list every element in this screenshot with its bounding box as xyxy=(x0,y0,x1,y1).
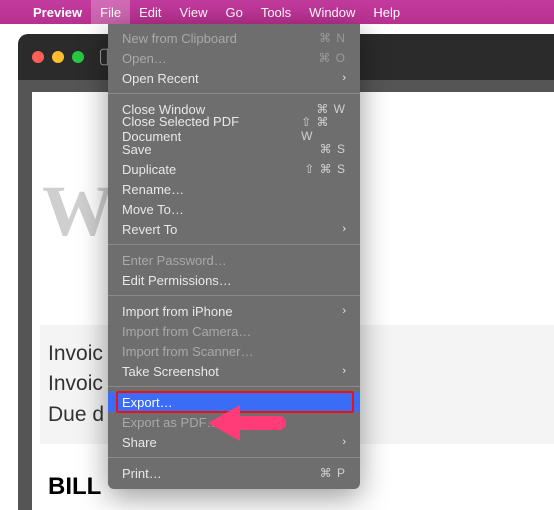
menu-item-label: Save xyxy=(122,142,152,157)
menu-item-import-from-iphone[interactable]: Import from iPhone › xyxy=(108,301,360,321)
menu-item-duplicate[interactable]: Duplicate ⇧ ⌘ S xyxy=(108,159,360,179)
chevron-right-icon: › xyxy=(342,305,346,317)
menu-item-rename[interactable]: Rename… xyxy=(108,179,360,199)
chevron-right-icon: › xyxy=(342,223,346,235)
menu-item-enter-password: Enter Password… xyxy=(108,250,360,270)
menu-item-label: Rename… xyxy=(122,182,184,197)
menu-item-new-from-clipboard: New from Clipboard ⌘ N xyxy=(108,28,360,48)
menubar-item-window[interactable]: Window xyxy=(300,0,364,24)
menu-item-label: Export… xyxy=(122,395,173,410)
menu-item-label: Enter Password… xyxy=(122,253,227,268)
menu-item-open-recent[interactable]: Open Recent › xyxy=(108,68,360,88)
menu-item-label: Open… xyxy=(122,51,167,66)
app-name[interactable]: Preview xyxy=(24,0,91,24)
file-menu-dropdown: New from Clipboard ⌘ N Open… ⌘ O Open Recent… xyxy=(108,24,360,489)
menu-shortcut: ⌘ P xyxy=(320,466,346,480)
menu-item-label: Import from Camera… xyxy=(122,324,251,339)
menu-item-take-screenshot[interactable]: Take Screenshot › xyxy=(108,361,360,381)
menu-item-edit-permissions[interactable]: Edit Permissions… xyxy=(108,270,360,290)
menubar-item-tools[interactable]: Tools xyxy=(252,0,300,24)
menu-shortcut: ⌘ W xyxy=(316,102,346,116)
menu-item-label: Import from Scanner… xyxy=(122,344,254,359)
menu-item-print[interactable]: Print… ⌘ P xyxy=(108,463,360,483)
close-window-button[interactable] xyxy=(32,51,44,63)
menu-item-label: Import from iPhone xyxy=(122,304,233,319)
traffic-lights xyxy=(32,51,84,63)
menu-item-label: Edit Permissions… xyxy=(122,273,232,288)
chevron-right-icon: › xyxy=(342,72,346,84)
bill-heading: BILL xyxy=(48,473,101,501)
menu-item-export[interactable]: Export… xyxy=(108,392,360,412)
menu-separator xyxy=(108,457,360,458)
menubar-item-go[interactable]: Go xyxy=(216,0,251,24)
menu-shortcut: ⌘ N xyxy=(319,31,346,45)
minimize-window-button[interactable] xyxy=(52,51,64,63)
menubar-item-view[interactable]: View xyxy=(171,0,217,24)
menu-separator xyxy=(108,295,360,296)
chevron-right-icon: › xyxy=(342,365,346,377)
menu-item-label: Duplicate xyxy=(122,162,176,177)
menu-item-import-from-scanner: Import from Scanner… xyxy=(108,341,360,361)
menu-item-label: Export as PDF… xyxy=(122,415,220,430)
fullscreen-window-button[interactable] xyxy=(72,51,84,63)
menu-item-save[interactable]: Save ⌘ S xyxy=(108,139,360,159)
menu-shortcut: ⇧ ⌘ S xyxy=(304,162,346,176)
menu-item-share[interactable]: Share › xyxy=(108,432,360,452)
menu-item-export-as-pdf: Export as PDF… xyxy=(108,412,360,432)
menu-separator xyxy=(108,386,360,387)
menu-item-label: Take Screenshot xyxy=(122,364,219,379)
menu-item-import-from-camera: Import from Camera… xyxy=(108,321,360,341)
menu-item-move-to[interactable]: Move To… xyxy=(108,199,360,219)
menubar-item-file[interactable]: File xyxy=(91,0,130,24)
system-menubar: Preview FileEditViewGoToolsWindowHelp xyxy=(0,0,554,24)
menu-shortcut: ⌘ O xyxy=(318,51,346,65)
menu-item-open: Open… ⌘ O xyxy=(108,48,360,68)
menu-shortcut: ⌘ S xyxy=(320,142,346,156)
menu-item-revert-to[interactable]: Revert To › xyxy=(108,219,360,239)
menu-item-label: Share xyxy=(122,435,157,450)
watermark: W xyxy=(42,170,109,253)
menu-item-close-selected-pdf-document[interactable]: Close Selected PDF Document⇧ ⌘ W xyxy=(108,119,360,139)
menu-item-label: Open Recent xyxy=(122,71,199,86)
menu-item-label: New from Clipboard xyxy=(122,31,237,46)
chevron-right-icon: › xyxy=(342,436,346,448)
menu-item-label: Print… xyxy=(122,466,162,481)
menubar-item-help[interactable]: Help xyxy=(364,0,409,24)
menu-separator xyxy=(108,244,360,245)
menu-separator xyxy=(108,93,360,94)
menu-item-label: Move To… xyxy=(122,202,184,217)
menubar-item-edit[interactable]: Edit xyxy=(130,0,170,24)
menu-item-label: Revert To xyxy=(122,222,177,237)
